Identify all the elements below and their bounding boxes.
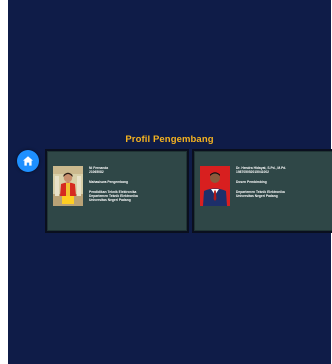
student-info: Ni Fernanda 21065082 Mahasiswa Pengemban… [89, 166, 183, 202]
student-photo [53, 166, 83, 206]
home-icon [23, 156, 33, 166]
app-screen: Profil Pengembang Ni Fernanda 21065082 M… [8, 0, 332, 364]
home-button[interactable] [17, 150, 39, 172]
page-title: Profil Pengembang [125, 134, 214, 145]
developer-card-student: Ni Fernanda 21065082 Mahasiswa Pengemban… [45, 149, 189, 233]
student-university: Universitas Negeri Padang [89, 198, 131, 202]
supervisor-university: Universitas Negeri Padang [236, 194, 278, 198]
supervisor-photo [200, 166, 230, 206]
developer-card-supervisor: Dr. Hendra Hidayat, S.Pd., M.Pd. 1987050… [192, 149, 332, 233]
supervisor-info: Dr. Hendra Hidayat, S.Pd., M.Pd. 1987050… [236, 166, 329, 198]
